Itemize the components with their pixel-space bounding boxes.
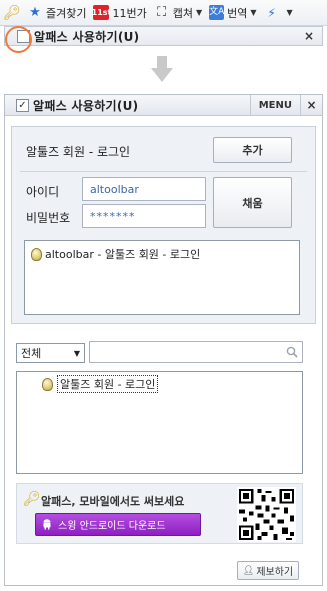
list-item[interactable]: 알툴즈 회원 - 로그인 xyxy=(42,375,159,393)
alpass-panel: ✓ 알패스 사용하기(U) MENU × 알툴즈 회원 - 로그인 추가 아이디… xyxy=(4,94,323,586)
report-button[interactable]: 👤︎ 제보하기 xyxy=(237,561,299,580)
key-icon[interactable]: 🔑︎ xyxy=(3,5,21,21)
search-icon[interactable] xyxy=(286,346,298,358)
extension-icon[interactable]: ⚡ xyxy=(264,5,280,21)
eleven-st-button[interactable]: 11st 11번가 xyxy=(92,5,147,21)
chevron-down-icon: ▼ xyxy=(195,8,203,17)
bulb-icon xyxy=(31,247,42,261)
translate-label: 번역 xyxy=(227,6,248,20)
report-label: 제보하기 xyxy=(256,567,294,578)
person-icon: 👤︎ xyxy=(242,565,255,576)
close-icon[interactable]: × xyxy=(304,29,314,43)
key-icon: 🔑︎ xyxy=(23,491,41,507)
filter-selected: 전체 xyxy=(21,347,42,360)
star-icon: ★ xyxy=(29,5,41,20)
site-title: 알툴즈 회원 - 로그인 xyxy=(26,145,131,159)
chevron-down-icon[interactable]: ▼ xyxy=(287,8,293,17)
android-button-label: 스윙 안드로이드 다운로드 xyxy=(58,521,166,532)
filter-select[interactable]: 전체 ▼ xyxy=(16,343,85,363)
id-field[interactable]: altoolbar xyxy=(82,177,206,201)
password-label: 비밀번호 xyxy=(26,211,71,225)
android-icon xyxy=(43,519,51,530)
browser-toolbar: 🔑︎ ★ 즐겨찾기 11st 11번가 ⛶ 캡쳐 ▼ 文A 번역 ▼ ⚡ ▼ xyxy=(0,0,327,26)
capture-label: 캡쳐 xyxy=(172,6,193,20)
list-item[interactable]: altoolbar - 알툴즈 회원 - 로그인 xyxy=(31,246,299,262)
panel-header: ✓ 알패스 사용하기(U) MENU × xyxy=(5,94,322,116)
favorites-button[interactable]: ★ 즐겨찾기 xyxy=(27,5,86,21)
chevron-down-icon: ▼ xyxy=(250,8,257,17)
add-button[interactable]: 추가 xyxy=(213,137,292,163)
promo-text: 알패스, 모바일에서도 써보세요 xyxy=(41,495,185,508)
check-icon: ✓ xyxy=(18,99,27,111)
eleven-st-label: 11번가 xyxy=(112,6,147,20)
close-icon[interactable]: × xyxy=(300,94,322,116)
site-list[interactable]: 알툴즈 회원 - 로그인 xyxy=(16,371,303,474)
menu-button[interactable]: MENU xyxy=(249,94,300,116)
android-download-button[interactable]: 스윙 안드로이드 다운로드 xyxy=(35,513,201,536)
bulb-icon xyxy=(42,377,53,391)
search-input[interactable] xyxy=(89,341,303,363)
panel-title: 알패스 사용하기(U) xyxy=(33,98,139,113)
qr-code xyxy=(237,487,296,542)
arrow-down-icon xyxy=(151,56,173,82)
capture-button[interactable]: ⛶ 캡쳐 ▼ xyxy=(154,5,202,21)
site-item-label: 알툴즈 회원 - 로그인 xyxy=(57,375,159,393)
use-alpass-checkbox-checked[interactable]: ✓ xyxy=(16,98,29,112)
account-label: altoolbar - 알툴즈 회원 - 로그인 xyxy=(45,248,201,261)
collapsed-title: 알패스 사용하기(U) xyxy=(34,29,140,44)
translate-button[interactable]: 文A 번역 ▼ xyxy=(209,5,257,21)
collapsed-alpass-bar: 알패스 사용하기(U) × xyxy=(4,26,323,46)
favorites-label: 즐겨찾기 xyxy=(46,6,87,20)
fill-button[interactable]: 채움 xyxy=(213,177,292,228)
capture-icon: ⛶ xyxy=(157,5,167,20)
account-list[interactable]: altoolbar - 알툴즈 회원 - 로그인 xyxy=(24,240,300,315)
eleven-st-icon: 11st xyxy=(92,5,111,20)
divider xyxy=(20,171,307,172)
chevron-down-icon: ▼ xyxy=(73,348,80,358)
promo-banner: 🔑︎ 알패스, 모바일에서도 써보세요 스윙 안드로이드 다운로드 xyxy=(16,483,303,544)
password-field[interactable]: ******* xyxy=(82,204,206,228)
login-box: 알툴즈 회원 - 로그인 추가 아이디 비밀번호 altoolbar *****… xyxy=(11,126,316,324)
id-label: 아이디 xyxy=(26,185,60,199)
highlight-circle xyxy=(5,26,32,53)
translate-icon: 文A xyxy=(209,5,224,20)
